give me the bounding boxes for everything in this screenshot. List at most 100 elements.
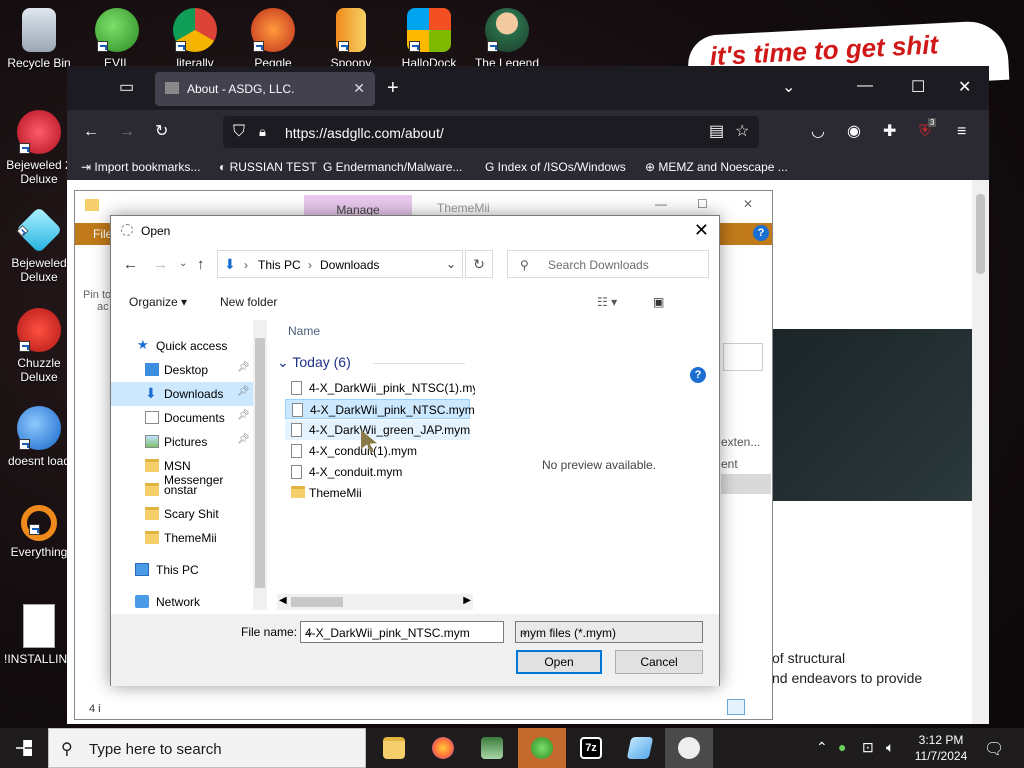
taskbar-firefox[interactable]: [419, 728, 467, 768]
open-button[interactable]: Open: [516, 650, 602, 674]
bookmark-index-isos[interactable]: G Index of /ISOs/Windows: [485, 160, 626, 174]
nav-scrollbar-thumb[interactable]: [255, 338, 265, 588]
folder-item[interactable]: ThemeMii: [285, 483, 470, 503]
bookmark-memz[interactable]: ⊕ MEMZ and Noescape ...: [645, 160, 788, 174]
organize-button[interactable]: Organize ▾: [129, 295, 187, 309]
explorer-minimize-icon[interactable]: —: [655, 197, 667, 211]
file-item[interactable]: 4-X_conduit(1).mym: [285, 441, 470, 461]
details-view-icon[interactable]: [727, 699, 745, 715]
scroll-left-icon[interactable]: ◀: [279, 595, 287, 606]
bookmark-import[interactable]: ⇥ Import bookmarks...: [81, 160, 200, 174]
desktop-icon-hallodock[interactable]: HalloDock: [394, 8, 464, 70]
dialog-back-icon[interactable]: ←: [123, 256, 138, 273]
tab-overview-icon[interactable]: ▭: [119, 80, 134, 96]
desktop-icon-installing[interactable]: !INSTALLIN...: [4, 604, 77, 666]
windows-start-icon[interactable]: [16, 740, 32, 756]
nav-this-pc[interactable]: This PC: [111, 558, 253, 582]
up-folder-icon[interactable]: ↑: [197, 256, 205, 273]
scroll-right-icon[interactable]: ▶: [463, 595, 471, 606]
quick-folder-icon[interactable]: [85, 199, 99, 211]
desktop-icon-chuzzle[interactable]: Chuzzle Deluxe: [4, 308, 74, 384]
file-list-hscroll-thumb[interactable]: [291, 597, 343, 607]
new-folder-button[interactable]: New folder: [220, 295, 277, 309]
desktop-icon-literally[interactable]: literally: [160, 8, 230, 70]
breadcrumb-this-pc[interactable]: This PC: [258, 258, 301, 272]
account-icon[interactable]: ◉: [847, 124, 861, 140]
taskbar-clock[interactable]: 3:12 PM 11/7/2024: [910, 732, 972, 764]
nav-documents[interactable]: Documents 📌︎: [111, 406, 253, 430]
explorer-close-icon[interactable]: ✕: [743, 197, 753, 211]
minimize-icon[interactable]: —: [857, 78, 873, 94]
dialog-forward-icon[interactable]: →: [153, 256, 168, 273]
nav-downloads[interactable]: ⬇ Downloads 📌︎: [111, 382, 253, 406]
extensions-icon[interactable]: ✚: [883, 124, 896, 140]
close-window-icon[interactable]: ✕: [958, 80, 971, 96]
taskbar-search-box[interactable]: ⚲ Type here to search: [48, 728, 366, 768]
cancel-button[interactable]: Cancel: [615, 650, 703, 674]
tab-about[interactable]: About - ASDG, LLC. ✕: [155, 72, 375, 106]
close-tab-icon[interactable]: ✕: [353, 80, 365, 97]
taskbar-file-explorer[interactable]: [370, 728, 418, 768]
nav-quick-access[interactable]: ★ Quick access: [111, 334, 253, 358]
desktop-icon-spoopy[interactable]: Spoopy: [316, 8, 386, 70]
page-scrollbar[interactable]: [972, 180, 989, 724]
nav-scary-shit[interactable]: Scary Shit: [111, 502, 253, 526]
show-hidden-icons-icon[interactable]: ⌃: [816, 739, 828, 756]
file-type-select[interactable]: mym files (*.mym) ⌄: [515, 621, 703, 643]
desktop-icon-everything[interactable]: Everything: [4, 505, 74, 559]
preview-pane-icon[interactable]: ▣: [653, 295, 664, 309]
lock-icon[interactable]: 🔒︎: [259, 124, 266, 140]
file-name-input[interactable]: 4-X_DarkWii_pink_NTSC.mym ⌄: [300, 621, 504, 643]
dialog-close-icon[interactable]: ✕: [694, 220, 709, 241]
bookmark-russian-test[interactable]: ◐ RUSSIAN TEST: [219, 160, 317, 174]
nav-msn-messenger[interactable]: MSN Messenger: [111, 454, 253, 487]
list-tabs-icon[interactable]: ⌄: [782, 80, 795, 96]
desktop-icon-bejeweled[interactable]: Bejeweled Deluxe: [4, 206, 74, 284]
volume-icon[interactable]: 🔈︎: [886, 739, 894, 756]
reload-icon[interactable]: ↻: [155, 124, 168, 140]
nav-network[interactable]: Network: [111, 590, 253, 614]
nav-desktop[interactable]: Desktop 📌︎: [111, 358, 253, 382]
maximize-icon[interactable]: ☐: [911, 80, 925, 96]
desktop-icon-the-legend[interactable]: The Legend: [472, 8, 542, 70]
search-downloads-input[interactable]: ⚲ Search Downloads: [507, 250, 709, 278]
file-item[interactable]: 4-X_DarkWii_pink_NTSC(1).mym: [285, 378, 475, 398]
back-icon[interactable]: ←: [83, 124, 99, 140]
url-bar[interactable]: ⛉ 🔒︎ https://asdgllc.com/about/ ▤ ☆: [223, 116, 759, 148]
address-bar[interactable]: ⬇ › This PC › Downloads ⌄: [217, 250, 463, 278]
forward-icon[interactable]: →: [119, 124, 135, 140]
view-options-icon[interactable]: ☷ ▾: [597, 295, 617, 309]
notification-icon[interactable]: 🗨︎: [984, 739, 1004, 759]
new-tab-icon[interactable]: +: [387, 78, 399, 98]
explorer-maximize-icon[interactable]: ☐: [697, 197, 708, 211]
explorer-help-icon[interactable]: ?: [753, 225, 769, 241]
reader-view-icon[interactable]: ▤: [709, 124, 724, 140]
nav-scrollbar[interactable]: [253, 320, 267, 610]
chevron-down-icon[interactable]: ⌄: [305, 625, 499, 638]
explorer-search-box[interactable]: [723, 343, 763, 371]
breadcrumb-downloads[interactable]: Downloads: [320, 258, 379, 272]
taskbar-notes-app[interactable]: [616, 728, 664, 768]
taskbar-notepad[interactable]: [468, 728, 516, 768]
file-item[interactable]: 4-X_DarkWii_green_JAP.mym: [285, 420, 470, 440]
shield-icon[interactable]: ⛉: [233, 124, 245, 140]
address-dropdown-icon[interactable]: ⌄: [446, 257, 456, 271]
taskbar-msn-messenger[interactable]: [518, 728, 566, 768]
file-item-selected[interactable]: 4-X_DarkWii_pink_NTSC.mym: [285, 399, 475, 419]
network-tray-icon[interactable]: ⊡: [862, 739, 874, 756]
desktop-icon-doesnt-load[interactable]: doesnt load: [4, 406, 74, 468]
recent-locations-icon[interactable]: ⌄: [179, 258, 187, 269]
chevron-down-icon[interactable]: ⌄: [520, 625, 698, 638]
pocket-icon[interactable]: ◡: [811, 124, 825, 140]
taskbar-active-app[interactable]: [665, 728, 713, 768]
desktop-icon-bejeweled-2[interactable]: Bejeweled 2 Deluxe: [4, 110, 74, 186]
msn-tray-icon[interactable]: ●: [838, 739, 846, 755]
menu-icon[interactable]: ≡: [957, 124, 966, 140]
page-scrollbar-thumb[interactable]: [976, 194, 985, 274]
nav-thememii[interactable]: ThemeMii: [111, 526, 253, 550]
taskbar-7zip[interactable]: 7z: [567, 728, 615, 768]
dialog-help-icon[interactable]: ?: [690, 367, 706, 383]
file-item[interactable]: 4-X_conduit.mym: [285, 462, 470, 482]
bookmark-star-icon[interactable]: ☆: [735, 124, 749, 140]
bookmark-endermanch[interactable]: G Endermanch/Malware...: [323, 160, 462, 174]
